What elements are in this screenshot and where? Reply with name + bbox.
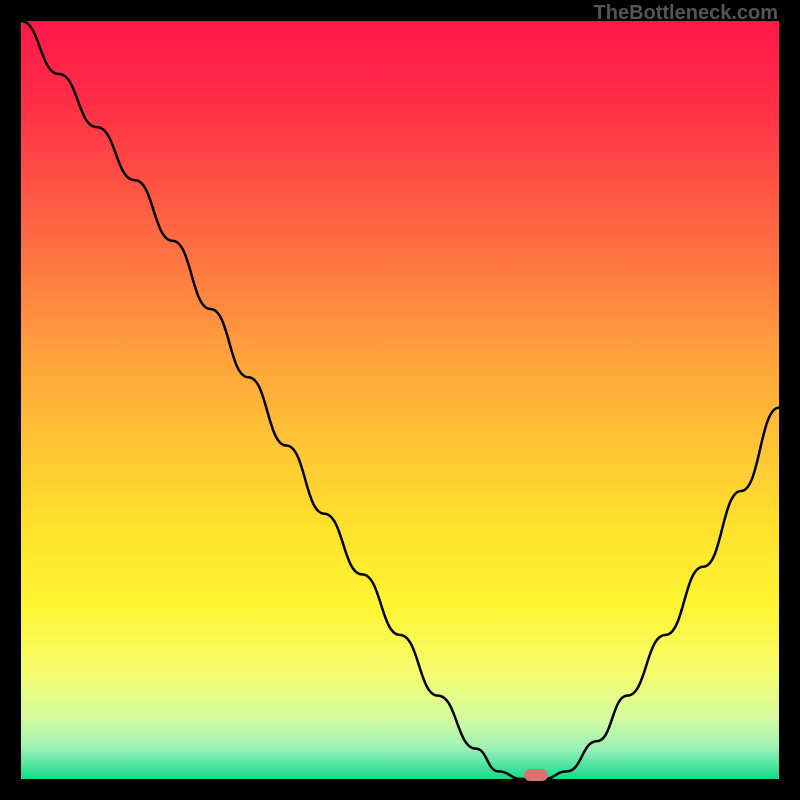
watermark-text: TheBottleneck.com: [594, 2, 778, 25]
optimal-marker: [524, 769, 548, 781]
plot-area: [21, 21, 779, 779]
chart-svg: [21, 21, 779, 779]
chart-container: TheBottleneck.com: [0, 0, 800, 800]
gradient-background: [21, 21, 779, 779]
